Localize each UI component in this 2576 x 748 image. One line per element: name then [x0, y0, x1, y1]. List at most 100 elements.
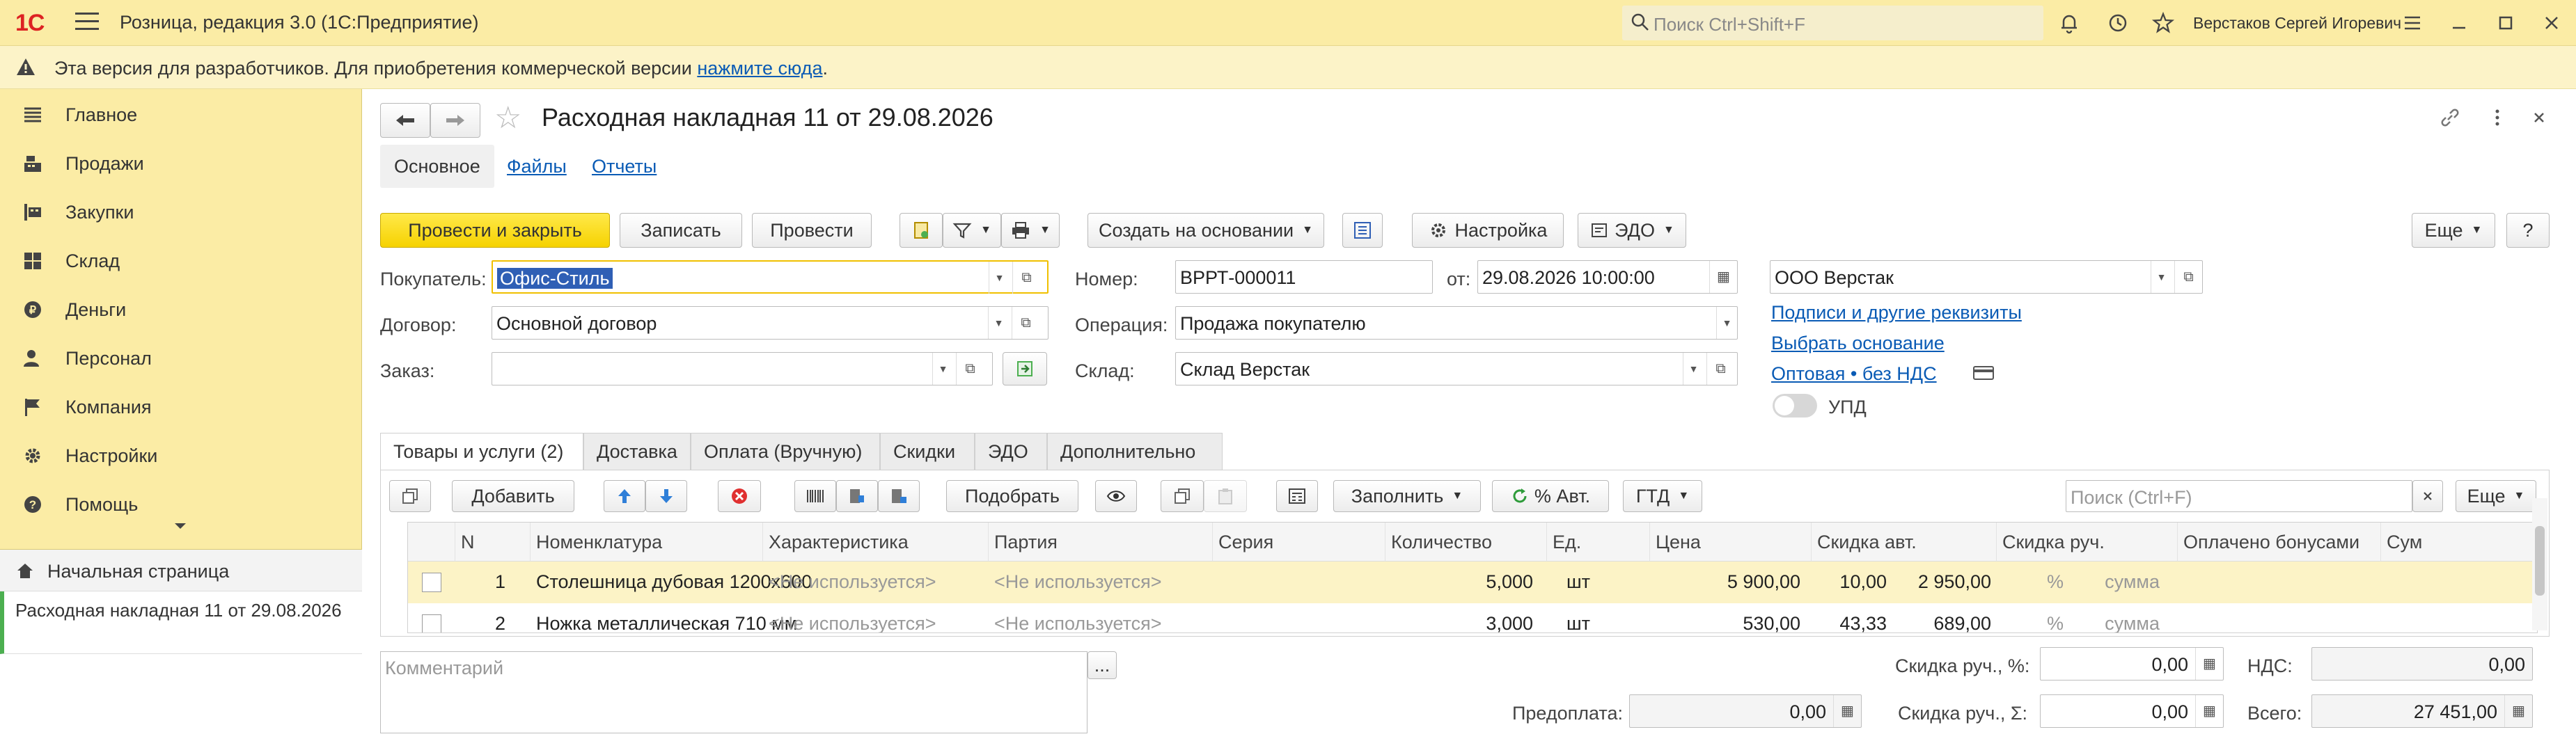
manual-discount-sum-field[interactable]: 0,00 ▦ [2040, 694, 2224, 728]
price-type-link[interactable]: Оптовая • без НДС [1771, 363, 1937, 385]
calculator-icon[interactable]: ▦ [2504, 695, 2532, 727]
open-icon[interactable]: ⧉ [1012, 307, 1039, 339]
move-down-button[interactable] [645, 480, 687, 512]
tab-files[interactable]: Файлы [493, 145, 581, 188]
bell-icon[interactable] [2057, 11, 2081, 35]
chevron-down-icon[interactable]: ▼ [988, 307, 1009, 339]
date-field[interactable]: 29.08.2026 10:00:00 ▦ [1477, 260, 1738, 294]
pick-items-button[interactable]: Подобрать [946, 480, 1078, 512]
close-form-icon[interactable] [2527, 106, 2551, 129]
chevron-down-icon[interactable]: ▼ [2151, 261, 2171, 293]
column-header-auto-discount[interactable]: Скидка авт. [1812, 523, 1997, 562]
open-icon[interactable]: ⧉ [1706, 353, 1734, 385]
cell-price[interactable]: 530,00 [1650, 603, 1806, 632]
comment-field[interactable]: Комментарий [380, 651, 1087, 733]
sidebar-item-purchases[interactable]: Закупки [0, 188, 362, 237]
column-header-manual-discount[interactable]: Скидка руч. [1997, 523, 2178, 562]
column-header-series[interactable]: Серия [1213, 523, 1385, 562]
column-header-bonus-paid[interactable]: Оплачено бонусами [2178, 523, 2381, 562]
home-page-link[interactable]: Начальная страница [0, 550, 362, 591]
cell-price[interactable]: 5 900,00 [1650, 562, 1806, 603]
sidebar-item-main[interactable]: Главное [0, 90, 362, 139]
cell-unit[interactable]: шт [1561, 603, 1596, 632]
credit-card-icon[interactable] [1972, 363, 1995, 383]
structure-button[interactable] [1342, 213, 1383, 248]
global-search-input[interactable]: Поиск Ctrl+Shift+F [1622, 6, 2043, 40]
post-and-close-button[interactable]: Провести и закрыть [380, 213, 610, 248]
cell-quantity[interactable]: 3,000 [1385, 603, 1539, 632]
cell-batch[interactable]: <Не используется> [989, 562, 1168, 603]
maximize-icon[interactable] [2494, 11, 2518, 35]
tab-discounts[interactable]: Скидки [880, 433, 975, 470]
cell-quantity[interactable]: 5,000 [1385, 562, 1539, 603]
chevron-down-icon[interactable]: ▼ [1683, 353, 1704, 385]
copy-rows-button[interactable] [389, 480, 431, 512]
calculator-icon[interactable]: ▦ [2195, 695, 2223, 727]
contract-field[interactable]: Основной договор ▼ ⧉ [492, 306, 1049, 340]
cell-manual-discount-sum[interactable]: сумма [2069, 603, 2165, 632]
column-header-unit[interactable]: Ед. [1547, 523, 1650, 562]
minimize-icon[interactable] [2447, 11, 2471, 35]
sidebar-item-money[interactable]: ₽ Деньги [0, 285, 362, 334]
settings-menu-icon[interactable] [2401, 11, 2424, 35]
chevron-down-icon[interactable]: ▼ [1716, 307, 1737, 339]
help-button[interactable]: ? [2506, 213, 2550, 248]
column-header-checkbox[interactable] [408, 523, 455, 562]
sidebar-item-settings[interactable]: Настройки [0, 431, 362, 480]
number-field[interactable]: ВРРТ-000011 [1175, 260, 1433, 294]
sidebar-item-sales[interactable]: Продажи [0, 139, 362, 188]
more-vertical-icon[interactable] [2485, 106, 2509, 129]
select-basis-link[interactable]: Выбрать основание [1771, 333, 1945, 354]
open-document-tab[interactable]: Расходная накладная 11 от 29.08.2026 [0, 591, 362, 654]
print-dropdown-button[interactable]: ▼ [1001, 213, 1060, 248]
calculator-icon[interactable]: ▦ [2195, 648, 2223, 680]
row-checkbox[interactable] [422, 573, 441, 592]
cell-unit[interactable]: шт [1561, 562, 1596, 603]
tab-goods[interactable]: Товары и услуги (2) [380, 433, 583, 470]
column-header-sum[interactable]: Сум [2381, 523, 2537, 562]
banner-link[interactable]: нажмите сюда [697, 58, 822, 79]
cell-characteristic[interactable]: <Не используется> [763, 562, 942, 603]
copy-button[interactable] [1161, 480, 1204, 512]
save-button[interactable]: Записать [620, 213, 742, 248]
table-scrollbar[interactable] [2532, 498, 2547, 630]
fill-dropdown-button[interactable]: Заполнить ▼ [1333, 480, 1481, 512]
comment-expand-button[interactable]: ... [1087, 651, 1117, 679]
user-name[interactable]: Верстаков Сергей Игоревич [2193, 14, 2401, 33]
paste-button[interactable] [1204, 480, 1247, 512]
organization-field[interactable]: ООО Верстак ▼ ⧉ [1770, 260, 2203, 294]
open-icon[interactable]: ⧉ [956, 353, 984, 385]
scanner-button[interactable] [836, 480, 878, 512]
sidebar-item-warehouse[interactable]: Склад [0, 237, 362, 285]
gtd-dropdown-button[interactable]: ГТД ▼ [1623, 480, 1702, 512]
column-header-characteristic[interactable]: Характеристика [763, 523, 989, 562]
calendar-icon[interactable]: ▦ [1709, 261, 1737, 293]
barcode-button[interactable] [794, 480, 836, 512]
more-actions-button[interactable]: Еще ▼ [2412, 213, 2495, 248]
tab-main[interactable]: Основное [380, 145, 494, 188]
column-header-price[interactable]: Цена [1650, 523, 1812, 562]
column-header-n[interactable]: N [455, 523, 531, 562]
column-header-quantity[interactable]: Количество [1385, 523, 1547, 562]
open-icon[interactable]: ⧉ [1012, 262, 1040, 294]
chevron-down-icon[interactable]: ▼ [932, 353, 953, 385]
view-button[interactable] [1095, 480, 1137, 512]
upd-toggle[interactable] [1773, 394, 1817, 417]
main-menu-icon[interactable] [75, 13, 99, 33]
select-order-button[interactable] [1003, 352, 1047, 385]
cell-manual-discount-pct[interactable]: % [1997, 603, 2069, 632]
auto-discount-button[interactable]: % Авт. [1492, 480, 1609, 512]
document-structure-button[interactable] [900, 213, 943, 248]
warehouse-field[interactable]: Склад Верстак ▼ ⧉ [1175, 352, 1738, 385]
create-based-on-button[interactable]: Создать на основании ▼ [1087, 213, 1324, 248]
column-header-batch[interactable]: Партия [989, 523, 1213, 562]
move-up-button[interactable] [604, 480, 645, 512]
clear-search-button[interactable] [2412, 480, 2443, 512]
tab-delivery[interactable]: Доставка [583, 433, 691, 470]
tab-payment[interactable]: Оплата (Вручную) [691, 433, 880, 470]
tab-reports[interactable]: Отчеты [578, 145, 670, 188]
cell-manual-discount-sum[interactable]: сумма [2069, 562, 2165, 603]
favorites-star-icon[interactable] [2151, 11, 2175, 35]
filter-dropdown-button[interactable]: ▼ [943, 213, 1001, 248]
back-button[interactable] [380, 103, 430, 138]
